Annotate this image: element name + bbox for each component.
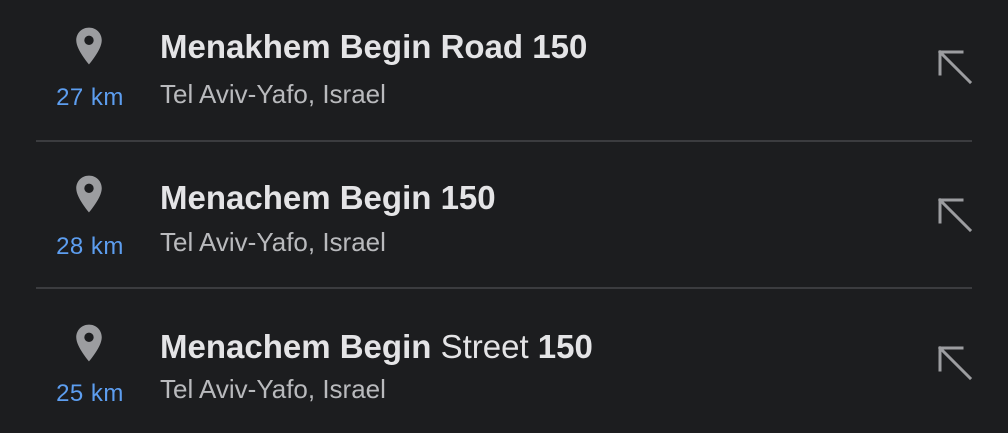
arrow-up-left-icon[interactable] — [924, 186, 984, 246]
location-pin-icon — [76, 27, 102, 65]
suggestion-title: Menachem Begin Street 150 — [160, 328, 593, 366]
suggestion-row[interactable]: 27 km Menakhem Begin Road 150 Tel Aviv-Y… — [0, 0, 1008, 142]
suggestion-subtitle: Tel Aviv-Yafo, Israel — [160, 227, 386, 257]
suggestion-row[interactable]: 25 km Menachem Begin Street 150 Tel Aviv… — [0, 294, 1008, 433]
suggestion-title-bold: Menachem Begin — [160, 328, 432, 365]
distance-label: 28 km — [56, 233, 124, 260]
divider — [36, 287, 972, 289]
arrow-up-left-icon[interactable] — [924, 38, 984, 98]
suggestion-title: Menachem Begin 150 — [160, 179, 496, 217]
suggestions-list: 27 km Menakhem Begin Road 150 Tel Aviv-Y… — [0, 0, 1008, 433]
distance-label: 27 km — [56, 84, 124, 111]
suggestion-subtitle: Tel Aviv-Yafo, Israel — [160, 79, 386, 109]
suggestion-subtitle: Tel Aviv-Yafo, Israel — [160, 374, 386, 404]
distance-label: 25 km — [56, 380, 124, 407]
suggestion-title-bold-tail: 150 — [528, 328, 593, 365]
location-pin-icon — [76, 324, 102, 362]
arrow-up-left-icon[interactable] — [924, 334, 984, 394]
divider — [36, 140, 972, 142]
suggestion-title-bold: Menachem Begin 150 — [160, 179, 496, 216]
location-pin-icon — [76, 175, 102, 213]
suggestion-row[interactable]: 28 km Menachem Begin 150 Tel Aviv-Yafo, … — [0, 147, 1008, 289]
suggestion-title: Menakhem Begin Road 150 — [160, 28, 587, 66]
suggestion-title-normal: Street — [431, 328, 529, 365]
suggestion-title-bold: Menakhem Begin Road 150 — [160, 28, 588, 65]
